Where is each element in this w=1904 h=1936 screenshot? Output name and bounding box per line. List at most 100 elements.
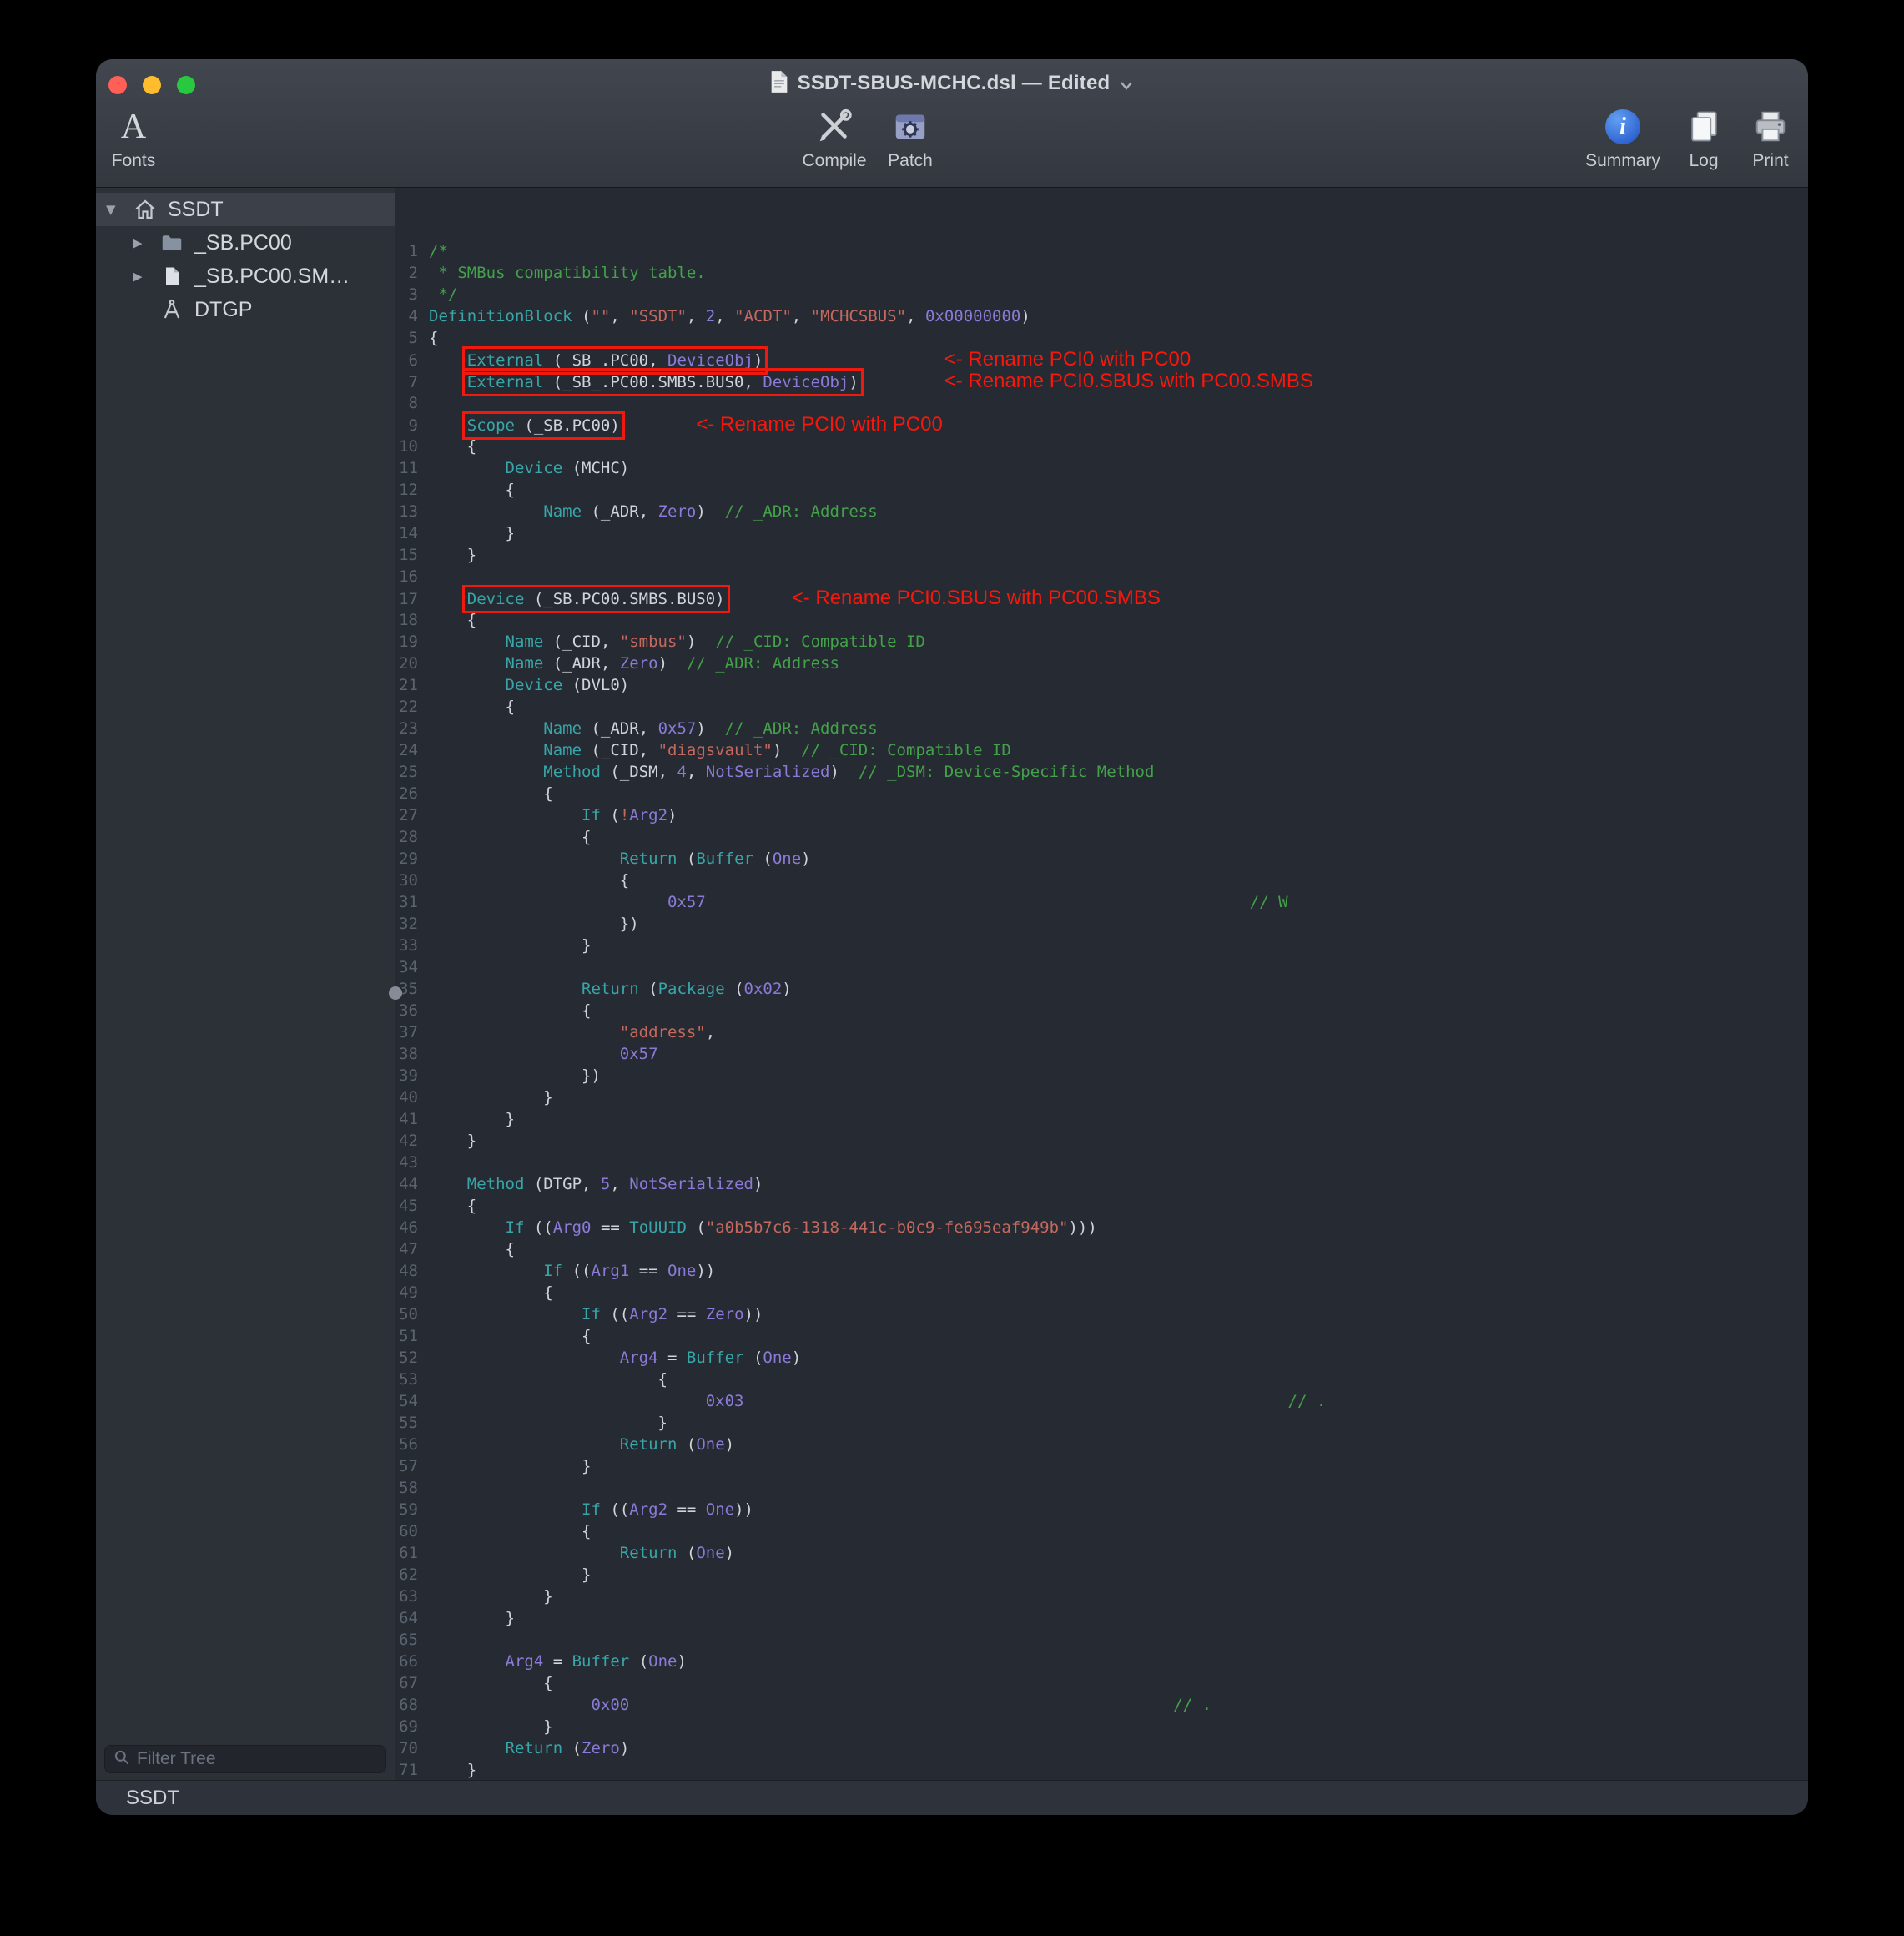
code-token: Return [620, 850, 677, 868]
code-token: Name [506, 633, 544, 651]
code-token: == [667, 1500, 706, 1519]
code-token: (( [601, 1305, 629, 1323]
code-token: ToUUID [629, 1218, 687, 1237]
rename-highlight-box: External (_SB_.PC00, DeviceObj) [467, 351, 763, 370]
line-number: 33 [395, 935, 429, 956]
line-number: 37 [395, 1021, 429, 1043]
code-token: { [429, 1283, 553, 1302]
line-number: 17 [395, 588, 429, 610]
print-printer-icon [1751, 104, 1790, 149]
line-number: 26 [395, 783, 429, 804]
log-button[interactable]: Log [1670, 104, 1737, 171]
code-token: Arg4 [620, 1349, 658, 1367]
code-token: ( [753, 850, 773, 868]
code-token: = [658, 1349, 687, 1367]
code-token [725, 590, 792, 608]
code-line: 71 } [395, 1759, 1808, 1780]
code-token: ) [658, 654, 687, 673]
line-number: 59 [395, 1499, 429, 1520]
code-token: One [773, 850, 801, 868]
disclosure-right-icon[interactable]: ▶ [133, 235, 158, 250]
sidebar-item-label: _SB.PC00 [194, 231, 292, 255]
code-token [429, 633, 506, 651]
code-line: 18 { [395, 609, 1808, 631]
code-token: // . [1288, 1392, 1327, 1410]
rename-highlight-box: Device (_SB.PC00.SMBS.BUS0) [467, 590, 725, 608]
code-token: Method [467, 1175, 525, 1193]
code-line: 6 External (_SB_.PC00, DeviceObj) <- Ren… [395, 349, 1808, 371]
patch-button[interactable]: Patch [873, 104, 948, 171]
code-token: Return [620, 1544, 677, 1562]
log-pages-icon [1685, 104, 1722, 149]
code-token [429, 1218, 506, 1237]
code-token: Device [467, 590, 525, 608]
line-number: 3 [395, 284, 429, 305]
disclosure-down-icon[interactable]: ▼ [106, 202, 131, 217]
patch-gear-icon [891, 104, 929, 149]
filter-tree-input[interactable] [137, 1749, 377, 1769]
print-button[interactable]: Print [1733, 104, 1808, 171]
line-number: 30 [395, 870, 429, 891]
document-proxy-icon[interactable] [769, 70, 789, 98]
code-token [429, 741, 543, 759]
code-token: } [429, 1565, 591, 1584]
line-number: 29 [395, 848, 429, 870]
summary-button[interactable]: i Summary [1581, 104, 1665, 171]
code-token: == [667, 1305, 706, 1323]
code-token: )) [696, 1262, 715, 1280]
sidebar-item-sb-pc00[interactable]: ▶ _SB.PC00 [96, 226, 395, 260]
code-token: { [429, 828, 591, 846]
code-token: 0x57 [667, 893, 706, 911]
code-token [429, 1262, 543, 1280]
code-line: 19 Name (_CID, "smbus") // _CID: Compati… [395, 631, 1808, 653]
title-chevron-down-icon[interactable] [1118, 80, 1135, 92]
code-line: 63 } [395, 1586, 1808, 1607]
line-number: 65 [395, 1629, 429, 1651]
code-token: // . [1173, 1696, 1211, 1714]
code-line: 33 } [395, 935, 1808, 956]
code-line: 37 "address", [395, 1021, 1808, 1043]
line-number: 19 [395, 631, 429, 653]
line-number: 4 [395, 305, 429, 327]
code-line: 1/* [395, 240, 1808, 262]
code-token [620, 416, 697, 435]
sidebar-item-sb-pc00-sm[interactable]: ▶_SB.PC00.SM… [96, 260, 395, 293]
split-handle[interactable] [389, 986, 402, 1000]
code-line: 45 { [395, 1195, 1808, 1217]
code-token: } [429, 1132, 476, 1150]
code-token: One [706, 1500, 734, 1519]
line-number: 64 [395, 1607, 429, 1629]
sidebar-item-ssdt[interactable]: ▼SSDT [96, 193, 395, 226]
filter-tree-field[interactable] [104, 1745, 386, 1773]
rename-annotation: <- Rename PCI0.SBUS with PC00.SMBS [944, 370, 1313, 392]
code-token: == [629, 1262, 667, 1280]
rename-annotation: <- Rename PCI0.SBUS with PC00.SMBS [792, 587, 1161, 609]
code-token: Buffer [572, 1652, 630, 1671]
code-token: // _ADR: Address [687, 654, 839, 673]
code-token: 0x00 [591, 1696, 629, 1714]
code-token: )) [734, 1500, 753, 1519]
fonts-button[interactable]: A Fonts [96, 104, 171, 171]
line-number: 28 [395, 826, 429, 848]
disclosure-right-icon[interactable]: ▶ [133, 269, 158, 284]
line-number: 67 [395, 1672, 429, 1694]
window-title: SSDT-SBUS-MCHC.dsl — Edited [798, 72, 1111, 95]
line-number: 25 [395, 761, 429, 783]
code-token: , [706, 1023, 715, 1041]
code-token: ! [620, 806, 629, 824]
code-token: // _ADR: Address [725, 719, 878, 738]
code-line: 2 * SMBus compatibility table. [395, 262, 1808, 284]
compile-button[interactable]: Compile [797, 104, 872, 171]
main-content: ▼SSDT ▶ _SB.PC00 ▶_SB.PC00.SM…DTGP 1/*2 * S… [96, 188, 1808, 1780]
code-line: 55 } [395, 1412, 1808, 1434]
code-token: { [429, 1240, 515, 1258]
sidebar-item-dtgp[interactable]: DTGP [96, 293, 395, 326]
fonts-icon: A [121, 104, 146, 149]
code-token: Return [506, 1739, 563, 1757]
code-token: One [648, 1652, 677, 1671]
line-number: 12 [395, 479, 429, 501]
code-line: 25 Method (_DSM, 4, NotSerialized) // _D… [395, 761, 1808, 783]
code-line: 20 Name (_ADR, Zero) // _ADR: Address [395, 653, 1808, 674]
code-editor[interactable]: 1/*2 * SMBus compatibility table.3 */4De… [395, 188, 1808, 1780]
line-number: 21 [395, 674, 429, 696]
